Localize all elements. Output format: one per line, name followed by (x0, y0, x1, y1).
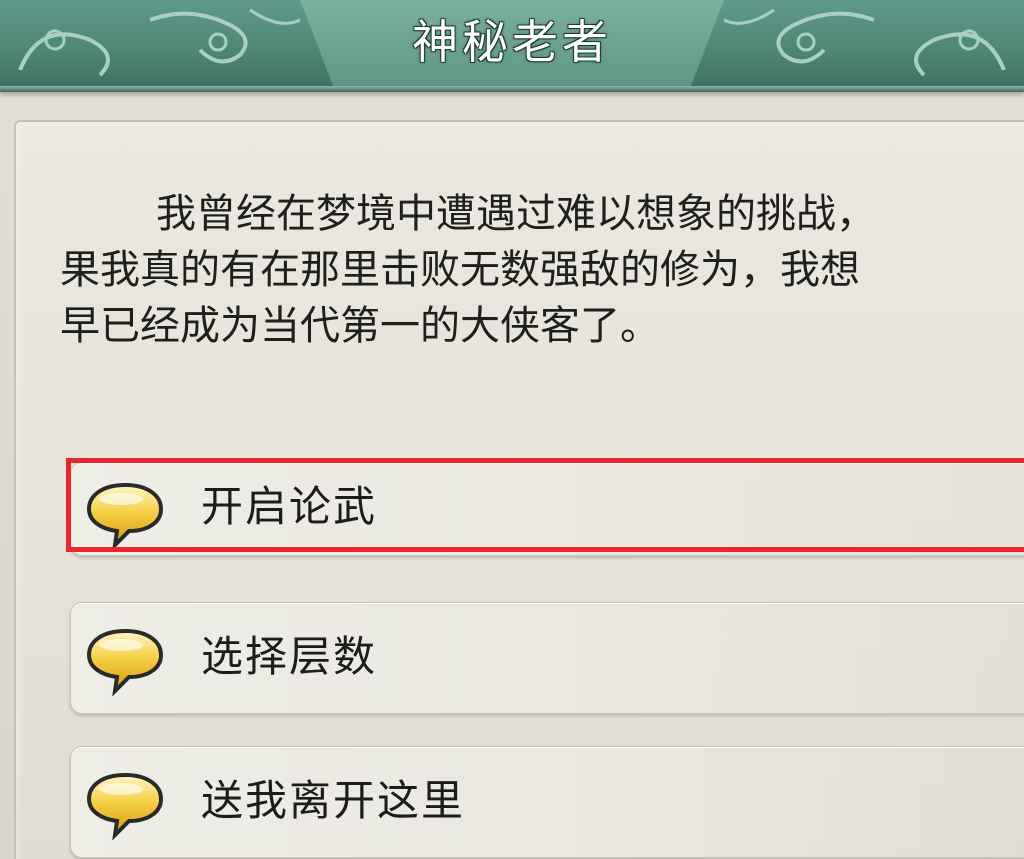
option-label: 选择层数 (201, 632, 378, 681)
dialogue-line: 果我真的有在那里击败无数强敌的修为，我想 (60, 247, 860, 293)
npc-dialogue-text: 我曾经在梦境中遭遇过难以想象的挑战， 果我真的有在那里击败无数强敌的修为，我想 … (60, 186, 1024, 354)
title-banner: 神秘老者 (0, 0, 1024, 92)
dialogue-line: 我曾经在梦境中遭遇过难以想象的挑战， (156, 191, 876, 237)
speech-bubble-icon (86, 628, 164, 697)
dialog-window: 神秘老者 我曾经在梦境中遭遇过难以想象的挑战， 果我真的有在那里击败无数强敌的修… (0, 0, 1024, 859)
dialogue-line: 早已经成为当代第一的大侠客了。 (60, 303, 660, 349)
option-label: 送我离开这里 (201, 776, 466, 825)
option-select-level-button[interactable]: 选择层数 (70, 602, 1024, 714)
speech-bubble-icon (86, 482, 164, 551)
option-leave-button[interactable]: 送我离开这里 (70, 746, 1024, 858)
option-label: 开启论武 (201, 482, 378, 531)
speech-bubble-icon (86, 772, 164, 841)
option-start-duel-button[interactable]: 开启论武 (70, 462, 1024, 556)
npc-name-title: 神秘老者 (412, 15, 612, 69)
title-banner-edge (0, 86, 1024, 92)
